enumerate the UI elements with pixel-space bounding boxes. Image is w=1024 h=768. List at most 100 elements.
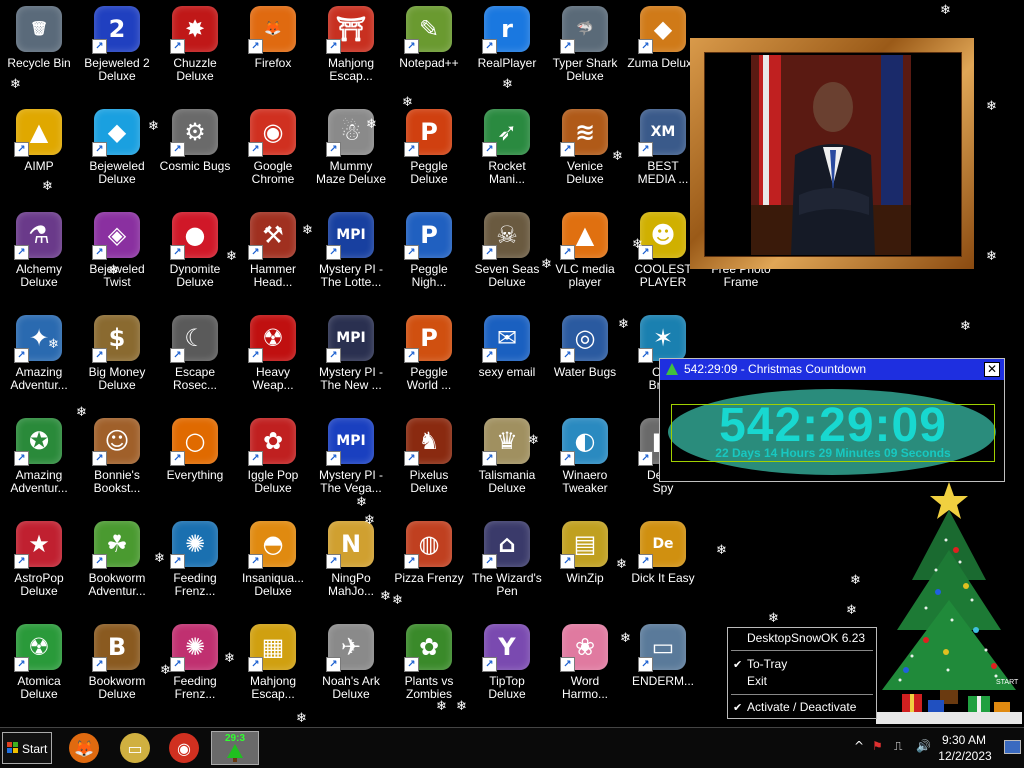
shortcut-arrow-icon: ↗ (248, 657, 263, 672)
desktop-icon[interactable]: $ ↗ Big Money Deluxe (78, 309, 156, 409)
snowflake: ❄ (226, 249, 237, 264)
desktop-icon[interactable]: MPI ↗ Mystery PI - The New ... (312, 309, 390, 409)
desktop-icon[interactable]: ● ↗ Dynomite Deluxe (156, 206, 234, 306)
desktop-icon[interactable]: P ↗ Peggle Nigh... (390, 206, 468, 306)
desktop-icon-label: Pizza Frenzy (394, 571, 464, 585)
app-icon: MPI ↗ (326, 212, 374, 260)
photo (704, 52, 962, 257)
shortcut-arrow-icon: ↗ (248, 554, 263, 569)
photo-frame-widget[interactable] (690, 38, 974, 269)
desktop-icon[interactable]: ☺ ↗ Bonnie's Bookst... (78, 412, 156, 512)
desktop-icon[interactable]: ◉ ↗ Google Chrome (234, 103, 312, 203)
taskbar-firefox-button[interactable]: 🦊 (64, 731, 104, 765)
menu-item-label: Exit (747, 674, 768, 688)
clock-time[interactable]: 9:30 AM (934, 733, 994, 747)
app-glyph: ▦ (261, 633, 285, 661)
volume-icon[interactable]: 🔊 (916, 739, 931, 753)
shortcut-arrow-icon: ↗ (560, 142, 575, 157)
desktop-icon[interactable]: ▲ ↗ AIMP (0, 103, 78, 203)
desktop-icon[interactable]: ☾ ↗ Escape Rosec... (156, 309, 234, 409)
desktop-icon[interactable]: ✦ ↗ Amazing Adventur... (0, 309, 78, 409)
tray-chevron-icon[interactable]: ^ (854, 739, 864, 753)
clock-date[interactable]: 12/2/2023 (932, 749, 998, 763)
desktop-icon-label: Iggle Pop Deluxe (247, 468, 299, 495)
desktop-icon[interactable]: ◈ ↗ Bejeweled Twist (78, 206, 156, 306)
desktop-icon[interactable]: ♛ ↗ Talismania Deluxe (468, 412, 546, 512)
desktop-icon[interactable]: ◎ ↗ Water Bugs (546, 309, 624, 409)
app-icon: De ↗ (638, 521, 686, 569)
desktop-icon[interactable]: ✎ ↗ Notepad++ (390, 0, 468, 100)
app-icon: 🗑 (16, 6, 62, 52)
desktop-icon[interactable]: ☢ ↗ Heavy Weap... (234, 309, 312, 409)
desktop-icon[interactable]: ☢ ↗ Atomica Deluxe (0, 618, 78, 718)
close-icon[interactable]: ✕ (984, 362, 1000, 377)
desktop-icon[interactable]: N ↗ NingPo MahJo... (312, 515, 390, 615)
snowflake: ❄ (380, 589, 391, 604)
app-glyph: ○ (184, 427, 206, 455)
desktop-icon-label: Peggle Nigh... (410, 262, 448, 289)
desktop-icon[interactable]: P ↗ Peggle Deluxe (390, 103, 468, 203)
desktop-icon[interactable]: 2 ↗ Bejeweled 2 Deluxe (78, 0, 156, 100)
desktop-icon[interactable]: ✺ ↗ Feeding Frenz... (156, 515, 234, 615)
menu-item-to-tray[interactable]: ✔ To-Tray (728, 656, 876, 673)
desktop-icon[interactable]: ⚗ ↗ Alchemy Deluxe (0, 206, 78, 306)
snowflake: ❄ (160, 663, 171, 678)
start-button[interactable]: Start (2, 732, 52, 764)
desktop-icon[interactable]: ▤ ↗ WinZip (546, 515, 624, 615)
desktop-icon[interactable]: ❀ ↗ Word Harmo... (546, 618, 624, 718)
desktop-icon[interactable]: ✉ ↗ sexy email (468, 309, 546, 409)
desktop-icon[interactable]: ☠ ↗ Seven Seas Deluxe (468, 206, 546, 306)
app-glyph: MPI (336, 433, 366, 449)
desktop-icon[interactable]: ✪ ↗ Amazing Adventur... (0, 412, 78, 512)
shortcut-arrow-icon: ↗ (326, 554, 341, 569)
desktop-icon-label: The Wizard's Pen (472, 571, 542, 598)
christmas-countdown-window[interactable]: 542:29:09 - Christmas Countdown ✕ 542:29… (659, 358, 1005, 482)
show-desktop-icon[interactable] (1004, 740, 1021, 754)
desktop-icon[interactable]: ▲ ↗ VLC media player (546, 206, 624, 306)
app-glyph: De (652, 536, 674, 552)
shortcut-arrow-icon: ↗ (638, 39, 653, 54)
desktop-icon[interactable]: ♞ ↗ Pixelus Deluxe (390, 412, 468, 512)
app-icon: r ↗ (482, 6, 530, 54)
desktop-icon[interactable]: P ↗ Peggle World ... (390, 309, 468, 409)
desktop-icon[interactable]: ☃ ↗ Mummy Maze Deluxe (312, 103, 390, 203)
app-icon: ⚒ ↗ (248, 212, 296, 260)
action-center-flag-icon[interactable]: ⚑ (872, 739, 883, 753)
desktop-icon[interactable]: ○ ↗ Everything (156, 412, 234, 512)
desktop-icon[interactable]: ⚙ ↗ Cosmic Bugs (156, 103, 234, 203)
desktop-icon[interactable]: De ↗ Dick It Easy (624, 515, 702, 615)
countdown-title-bar[interactable]: 542:29:09 - Christmas Countdown ✕ (660, 359, 1004, 380)
desktop-icon[interactable]: MPI ↗ Mystery PI - The Vega... (312, 412, 390, 512)
network-icon[interactable]: ⎍ (894, 739, 902, 754)
desktop-icon[interactable]: ☘ ↗ Bookworm Adventur... (78, 515, 156, 615)
taskbar-countdown-button[interactable]: 29:3 (211, 731, 259, 765)
desktop-icon[interactable]: MPI ↗ Mystery PI - The Lotte... (312, 206, 390, 306)
desktop-icon[interactable]: ▦ ↗ Mahjong Escap... (234, 618, 312, 718)
christmas-tree-widget[interactable]: START (876, 480, 1022, 724)
menu-item-activate[interactable]: ✔ Activate / Deactivate (728, 699, 876, 716)
desktop-icon[interactable]: ◐ ↗ Winaero Tweaker (546, 412, 624, 512)
desktop-icon[interactable]: ★ ↗ AstroPop Deluxe (0, 515, 78, 615)
desktop-icon[interactable]: ✈ ↗ Noah's Ark Deluxe (312, 618, 390, 718)
menu-item-exit[interactable]: Exit (728, 673, 876, 690)
app-glyph: ✈ (340, 633, 362, 661)
desktop-icon[interactable]: ⌂ ↗ The Wizard's Pen (468, 515, 546, 615)
desktop-icon[interactable]: 🦊 ↗ Firefox (234, 0, 312, 100)
app-glyph: ◎ (574, 324, 596, 352)
desktop-icon[interactable]: B ↗ Bookworm Deluxe (78, 618, 156, 718)
app-glyph: P (420, 324, 438, 352)
desktop-icon[interactable]: ⛩ ↗ Mahjong Escap... (312, 0, 390, 100)
desktop-icon[interactable]: ◓ ↗ Insaniqua... Deluxe (234, 515, 312, 615)
app-icon: 🦊 ↗ (248, 6, 296, 54)
desktop-icon[interactable]: ✿ ↗ Iggle Pop Deluxe (234, 412, 312, 512)
desktop-icon[interactable]: 🦈 ↗ Typer Shark Deluxe (546, 0, 624, 100)
desktop-icon[interactable]: ◆ ↗ Bejeweled Deluxe (78, 103, 156, 203)
taskbar-explorer-button[interactable]: ▭ (115, 731, 155, 765)
taskbar-chrome-button[interactable]: ◉ (164, 731, 204, 765)
desktop-icon[interactable]: Y ↗ TipTop Deluxe (468, 618, 546, 718)
desktop-icon[interactable]: ✸ ↗ Chuzzle Deluxe (156, 0, 234, 100)
desktop-icon[interactable]: ⚒ ↗ Hammer Head... (234, 206, 312, 306)
desktop-icon[interactable]: ➶ ↗ Rocket Mani... (468, 103, 546, 203)
desktop-icon[interactable]: ▭ ↗ ENDERM... (624, 618, 702, 718)
shortcut-arrow-icon: ↗ (560, 348, 575, 363)
